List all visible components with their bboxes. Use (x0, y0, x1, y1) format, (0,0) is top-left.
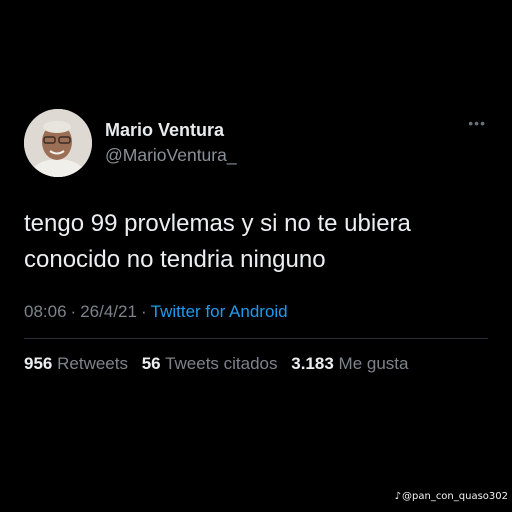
user-handle[interactable]: @MarioVentura_ (105, 143, 237, 167)
avatar-image (24, 109, 92, 177)
tweet-meta: 08:06 · 26/4/21 · Twitter for Android (24, 302, 288, 321)
quotes-label: Tweets citados (165, 354, 278, 373)
watermark-text: @pan_con_quaso302 (402, 491, 508, 502)
retweets-count: 956 (24, 354, 53, 373)
tweet-date[interactable]: 26/4/21 (80, 302, 137, 321)
likes-count: 3.183 (291, 354, 334, 373)
tiktok-icon: ♪ (394, 491, 401, 502)
more-horizontal-icon[interactable]: ••• (468, 116, 486, 130)
likes-stat[interactable]: 3.183 Me gusta (291, 354, 408, 373)
quotes-stat[interactable]: 56 Tweets citados (142, 354, 278, 373)
retweets-label: Retweets (57, 354, 128, 373)
tweet-stats: 956 Retweets 56 Tweets citados 3.183 Me … (24, 352, 488, 376)
tweet-card: Mario Ventura @MarioVentura_ ••• tengo 9… (24, 108, 488, 376)
watermark: ♪@pan_con_quaso302 (395, 491, 508, 502)
tweet-header: Mario Ventura @MarioVentura_ ••• (24, 108, 488, 178)
quotes-count: 56 (141, 354, 161, 373)
avatar[interactable] (24, 109, 92, 177)
display-name[interactable]: Mario Ventura (105, 119, 237, 141)
tweet-text: tengo 99 provlemas y si no te ubiera con… (24, 210, 411, 273)
divider (24, 338, 488, 339)
tweet-source-link[interactable]: Twitter for Android (151, 302, 288, 321)
likes-label: Me gusta (338, 354, 409, 373)
tweet-time[interactable]: 08:06 (24, 302, 67, 321)
retweets-stat[interactable]: 956 Retweets (24, 354, 128, 373)
